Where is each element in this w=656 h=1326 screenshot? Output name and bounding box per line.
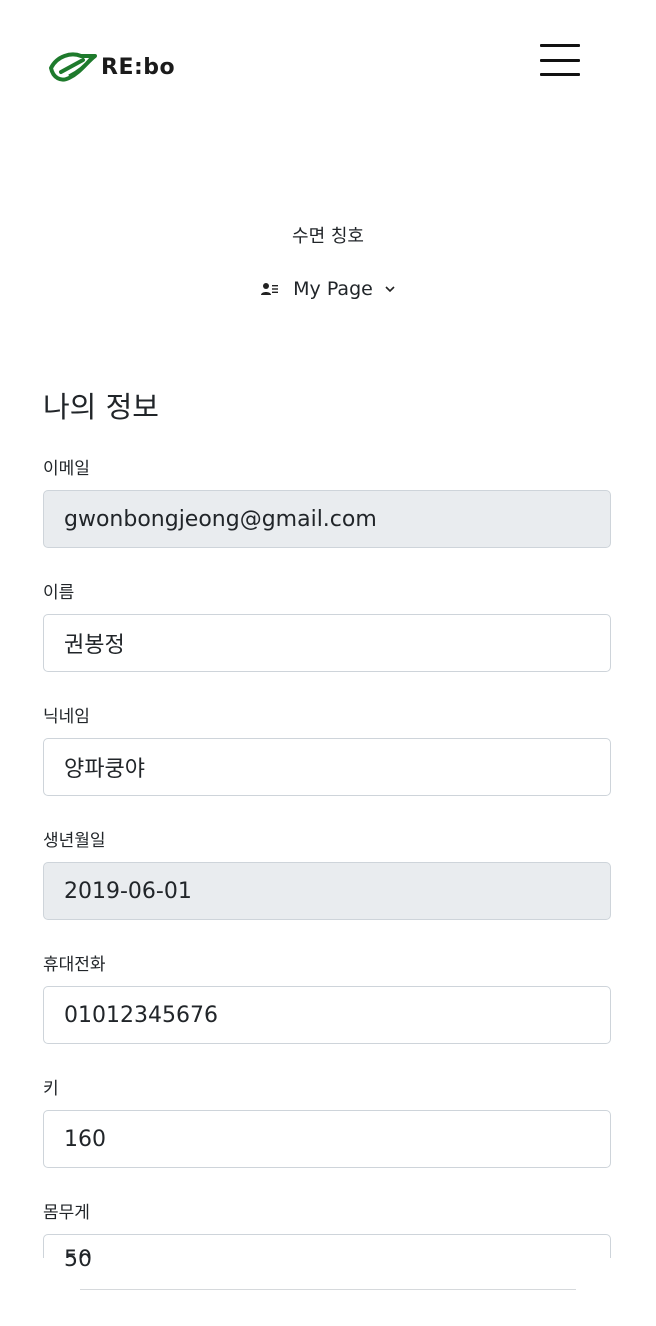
height-label: 키 [43, 1079, 59, 1099]
user-card-icon [261, 283, 279, 295]
bottom-mask [0, 1258, 656, 1326]
email-field[interactable] [43, 490, 611, 548]
birthdate-label: 생년월일 [43, 831, 106, 851]
email-label: 이메일 [43, 459, 90, 479]
weight-label: 몸무게 [43, 1203, 90, 1223]
hamburger-line [540, 58, 580, 62]
height-field[interactable] [43, 1110, 611, 1168]
logo-leaf-icon [49, 52, 97, 82]
section-title: 나의 정보 [43, 390, 159, 424]
nickname-label: 닉네임 [43, 707, 90, 727]
page: RE:bo 수면 칭호 My Page 나의 정보 이메일 이름 닉네임 생년월… [0, 0, 656, 1326]
hamburger-icon[interactable] [540, 44, 580, 76]
phone-field[interactable] [43, 986, 611, 1044]
phone-label: 휴대전화 [43, 955, 106, 975]
name-field[interactable] [43, 614, 611, 672]
mypage-dropdown[interactable]: My Page [0, 278, 656, 300]
logo-text: RE:bo [101, 54, 176, 80]
sleep-title: 수면 칭호 [292, 226, 364, 247]
mypage-label: My Page [293, 278, 373, 300]
weight-value-text: 50 [64, 1247, 92, 1272]
chevron-down-icon [385, 286, 395, 293]
hamburger-line [540, 73, 580, 76]
birthdate-field[interactable] [43, 862, 611, 920]
hamburger-line [540, 44, 580, 47]
logo[interactable]: RE:bo [47, 49, 187, 85]
name-label: 이름 [43, 583, 75, 603]
divider [80, 1289, 576, 1290]
nickname-field[interactable] [43, 738, 611, 796]
